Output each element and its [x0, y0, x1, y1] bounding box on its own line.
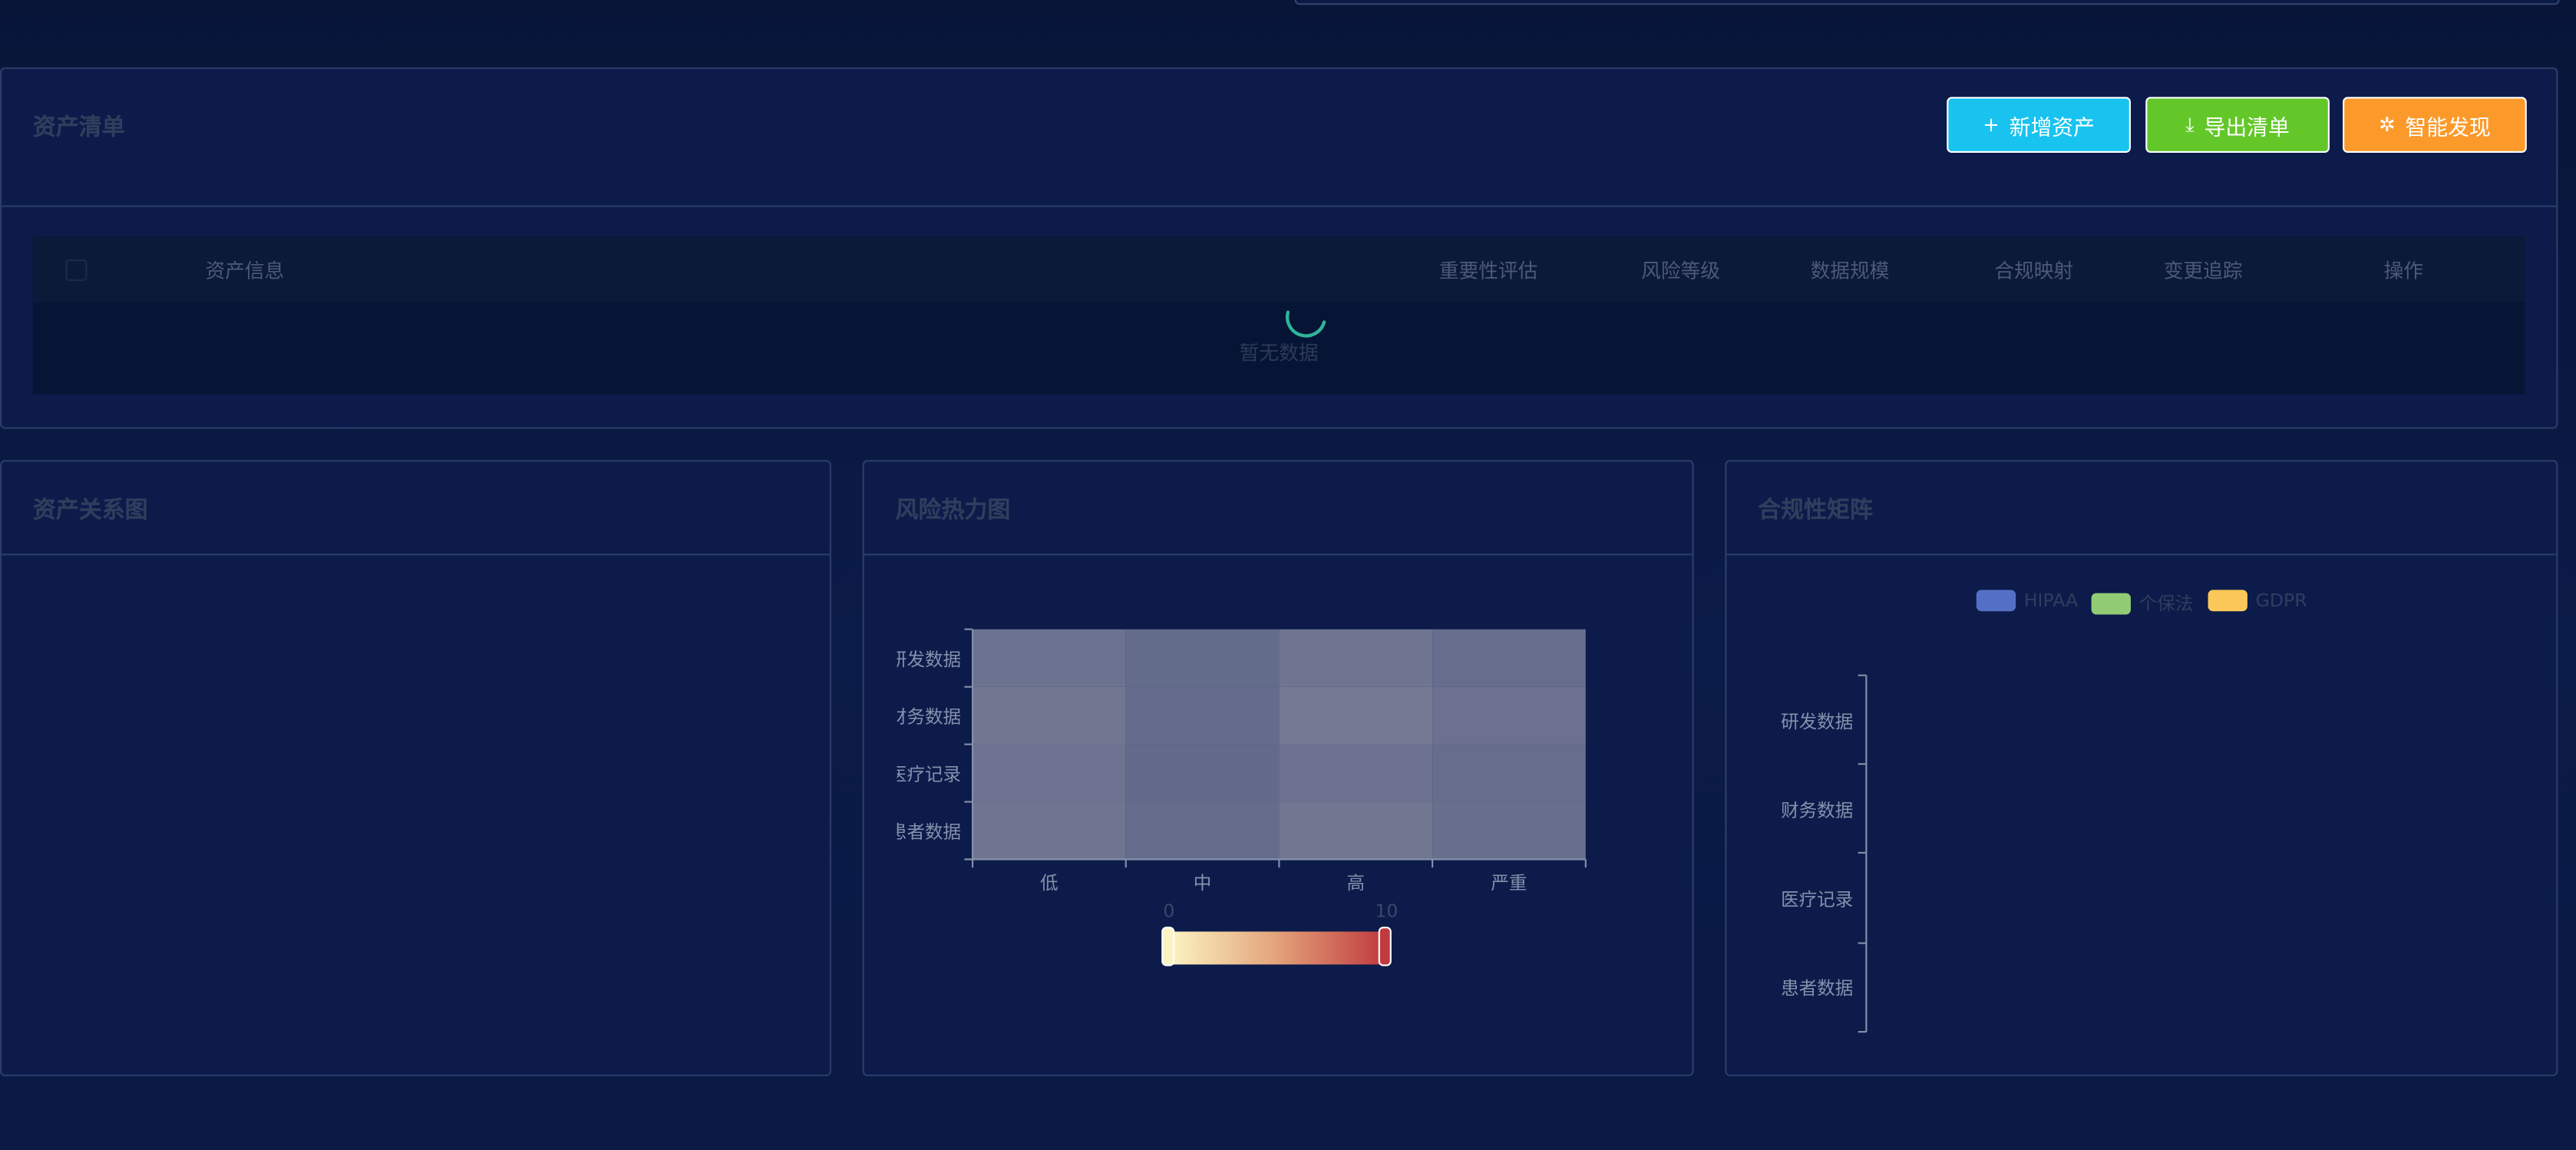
legend-hipaa[interactable]: HIPAA: [1976, 590, 2079, 612]
column-change-tracking[interactable]: 变更追踪: [2164, 256, 2243, 284]
heatmap-cell[interactable]: [1432, 744, 1586, 802]
compliance-category-label: 财务数据: [1781, 800, 1854, 822]
heatmap-y-label: 财务数据: [897, 706, 962, 729]
heatmap-cell[interactable]: [1125, 686, 1280, 745]
heatmap-x-label: 高: [1346, 872, 1366, 894]
top-panel-edge: [1294, 0, 2560, 5]
asset-list-title: 资产清单: [32, 114, 125, 142]
heatmap-cell[interactable]: [1432, 629, 1586, 687]
table-header: 资产信息 重要性评估 风险等级 数据规模 合规映射 变更追踪 操作: [32, 236, 2525, 302]
compliance-category-label: 患者数据: [1781, 977, 1854, 1000]
dashboard-frame: 资产清单 + 新增资产 ⤓ 导出清单 ✲ 智能发现 资产信息 重要性评估 风险等…: [0, 0, 2576, 1150]
legend-pipl-label: 个保法: [2138, 593, 2194, 615]
heatmap-cell[interactable]: [1279, 801, 1433, 860]
legend-gdpr-swatch: [2208, 590, 2247, 612]
visual-map-max-label: 10: [1375, 900, 1399, 922]
select-all-checkbox[interactable]: [65, 259, 88, 281]
compliance-y-axis: [1858, 674, 1868, 1033]
heatmap-y-label: 研发数据: [897, 649, 962, 671]
compliance-matrix-title: 合规性矩阵: [1758, 497, 1873, 524]
column-compliance-mapping[interactable]: 合规映射: [1994, 256, 2073, 284]
export-list-label: 导出清单: [2204, 115, 2290, 140]
heatmap-grid: [964, 628, 1587, 868]
export-list-button[interactable]: ⤓ 导出清单: [2145, 97, 2330, 154]
heatmap-cell[interactable]: [1432, 801, 1586, 860]
relation-graph-panel: 资产关系图: [0, 460, 831, 1076]
legend-pipl-swatch: [2091, 592, 2131, 614]
legend-hipaa-label: HIPAA: [2023, 590, 2079, 612]
compliance-category-label: 研发数据: [1781, 711, 1854, 733]
column-risk-level[interactable]: 风险等级: [1641, 256, 1720, 284]
add-asset-button[interactable]: + 新增资产: [1947, 97, 2131, 154]
smart-discover-label: 智能发现: [2405, 115, 2491, 140]
compliance-category-label: 医疗记录: [1781, 888, 1854, 910]
heatmap-cell[interactable]: [1279, 686, 1433, 745]
legend-hipaa-swatch: [1976, 590, 2016, 612]
sparkle-icon: ✲: [2379, 113, 2396, 137]
heatmap-cell[interactable]: [1125, 744, 1280, 802]
heatmap-cell[interactable]: [973, 801, 1126, 860]
risk-heatmap-panel: 风险热力图 研发数据财务数据医疗记录患者数据 低 中 高 严重 0 10: [862, 460, 1694, 1076]
heatmap-cell[interactable]: [1125, 801, 1280, 860]
heatmap-cell[interactable]: [1279, 744, 1433, 802]
asset-table: 资产信息 重要性评估 风险等级 数据规模 合规映射 变更追踪 操作 暂无数据: [32, 236, 2525, 395]
legend-gdpr-label: GDPR: [2255, 590, 2307, 612]
heatmap-y-label: 医疗记录: [897, 764, 962, 786]
heatmap-cell[interactable]: [973, 629, 1126, 687]
column-data-scale[interactable]: 数据规模: [1811, 256, 1890, 284]
compliance-matrix-header: 合规性矩阵: [1726, 461, 2557, 556]
risk-heatmap-title: 风险热力图: [895, 497, 1011, 524]
heatmap-cell[interactable]: [1279, 629, 1433, 687]
legend-pipl[interactable]: 个保法: [2091, 590, 2194, 616]
asset-list-panel: 资产清单 + 新增资产 ⤓ 导出清单 ✲ 智能发现 资产信息 重要性评估 风险等…: [0, 67, 2558, 429]
heatmap-x-label: 严重: [1491, 872, 1527, 894]
heatmap-y-label: 患者数据: [897, 821, 962, 843]
smart-discover-button[interactable]: ✲ 智能发现: [2343, 97, 2527, 154]
legend-gdpr[interactable]: GDPR: [2208, 590, 2307, 612]
heatmap-cell[interactable]: [973, 744, 1126, 802]
visual-map-min-label: 0: [1163, 900, 1175, 922]
heatmap-x-label: 低: [1040, 872, 1058, 894]
relation-graph-title: 资产关系图: [32, 497, 148, 524]
relation-graph-header: 资产关系图: [2, 461, 830, 556]
visual-map-max-handle[interactable]: [1378, 927, 1392, 967]
heatmap-cell[interactable]: [1432, 686, 1586, 745]
download-icon: ⤓: [2185, 113, 2195, 137]
compliance-matrix-panel: 合规性矩阵 HIPAA 个保法 GDPR 研发数据 财务数据 医疗记录 患者数据: [1725, 460, 2558, 1076]
risk-heatmap-header: 风险热力图: [864, 461, 1693, 556]
column-asset-info[interactable]: 资产信息: [206, 256, 285, 284]
asset-list-header: 资产清单 + 新增资产 ⤓ 导出清单 ✲ 智能发现: [2, 69, 2557, 207]
heatmap-x-label: 中: [1193, 872, 1212, 894]
visual-map-min-handle[interactable]: [1161, 927, 1175, 967]
plus-icon: +: [1983, 113, 2000, 137]
column-actions: 操作: [2383, 259, 2423, 283]
add-asset-label: 新增资产: [2009, 115, 2095, 140]
heatmap-plot: 研发数据财务数据医疗记录患者数据 低 中 高 严重: [897, 626, 1663, 970]
column-importance[interactable]: 重要性评估: [1439, 256, 1537, 284]
heatmap-cell[interactable]: [1125, 629, 1280, 687]
empty-state-text: 暂无数据: [1239, 342, 1319, 365]
heatmap-cell[interactable]: [973, 686, 1126, 745]
visual-map-bar[interactable]: [1169, 931, 1385, 965]
